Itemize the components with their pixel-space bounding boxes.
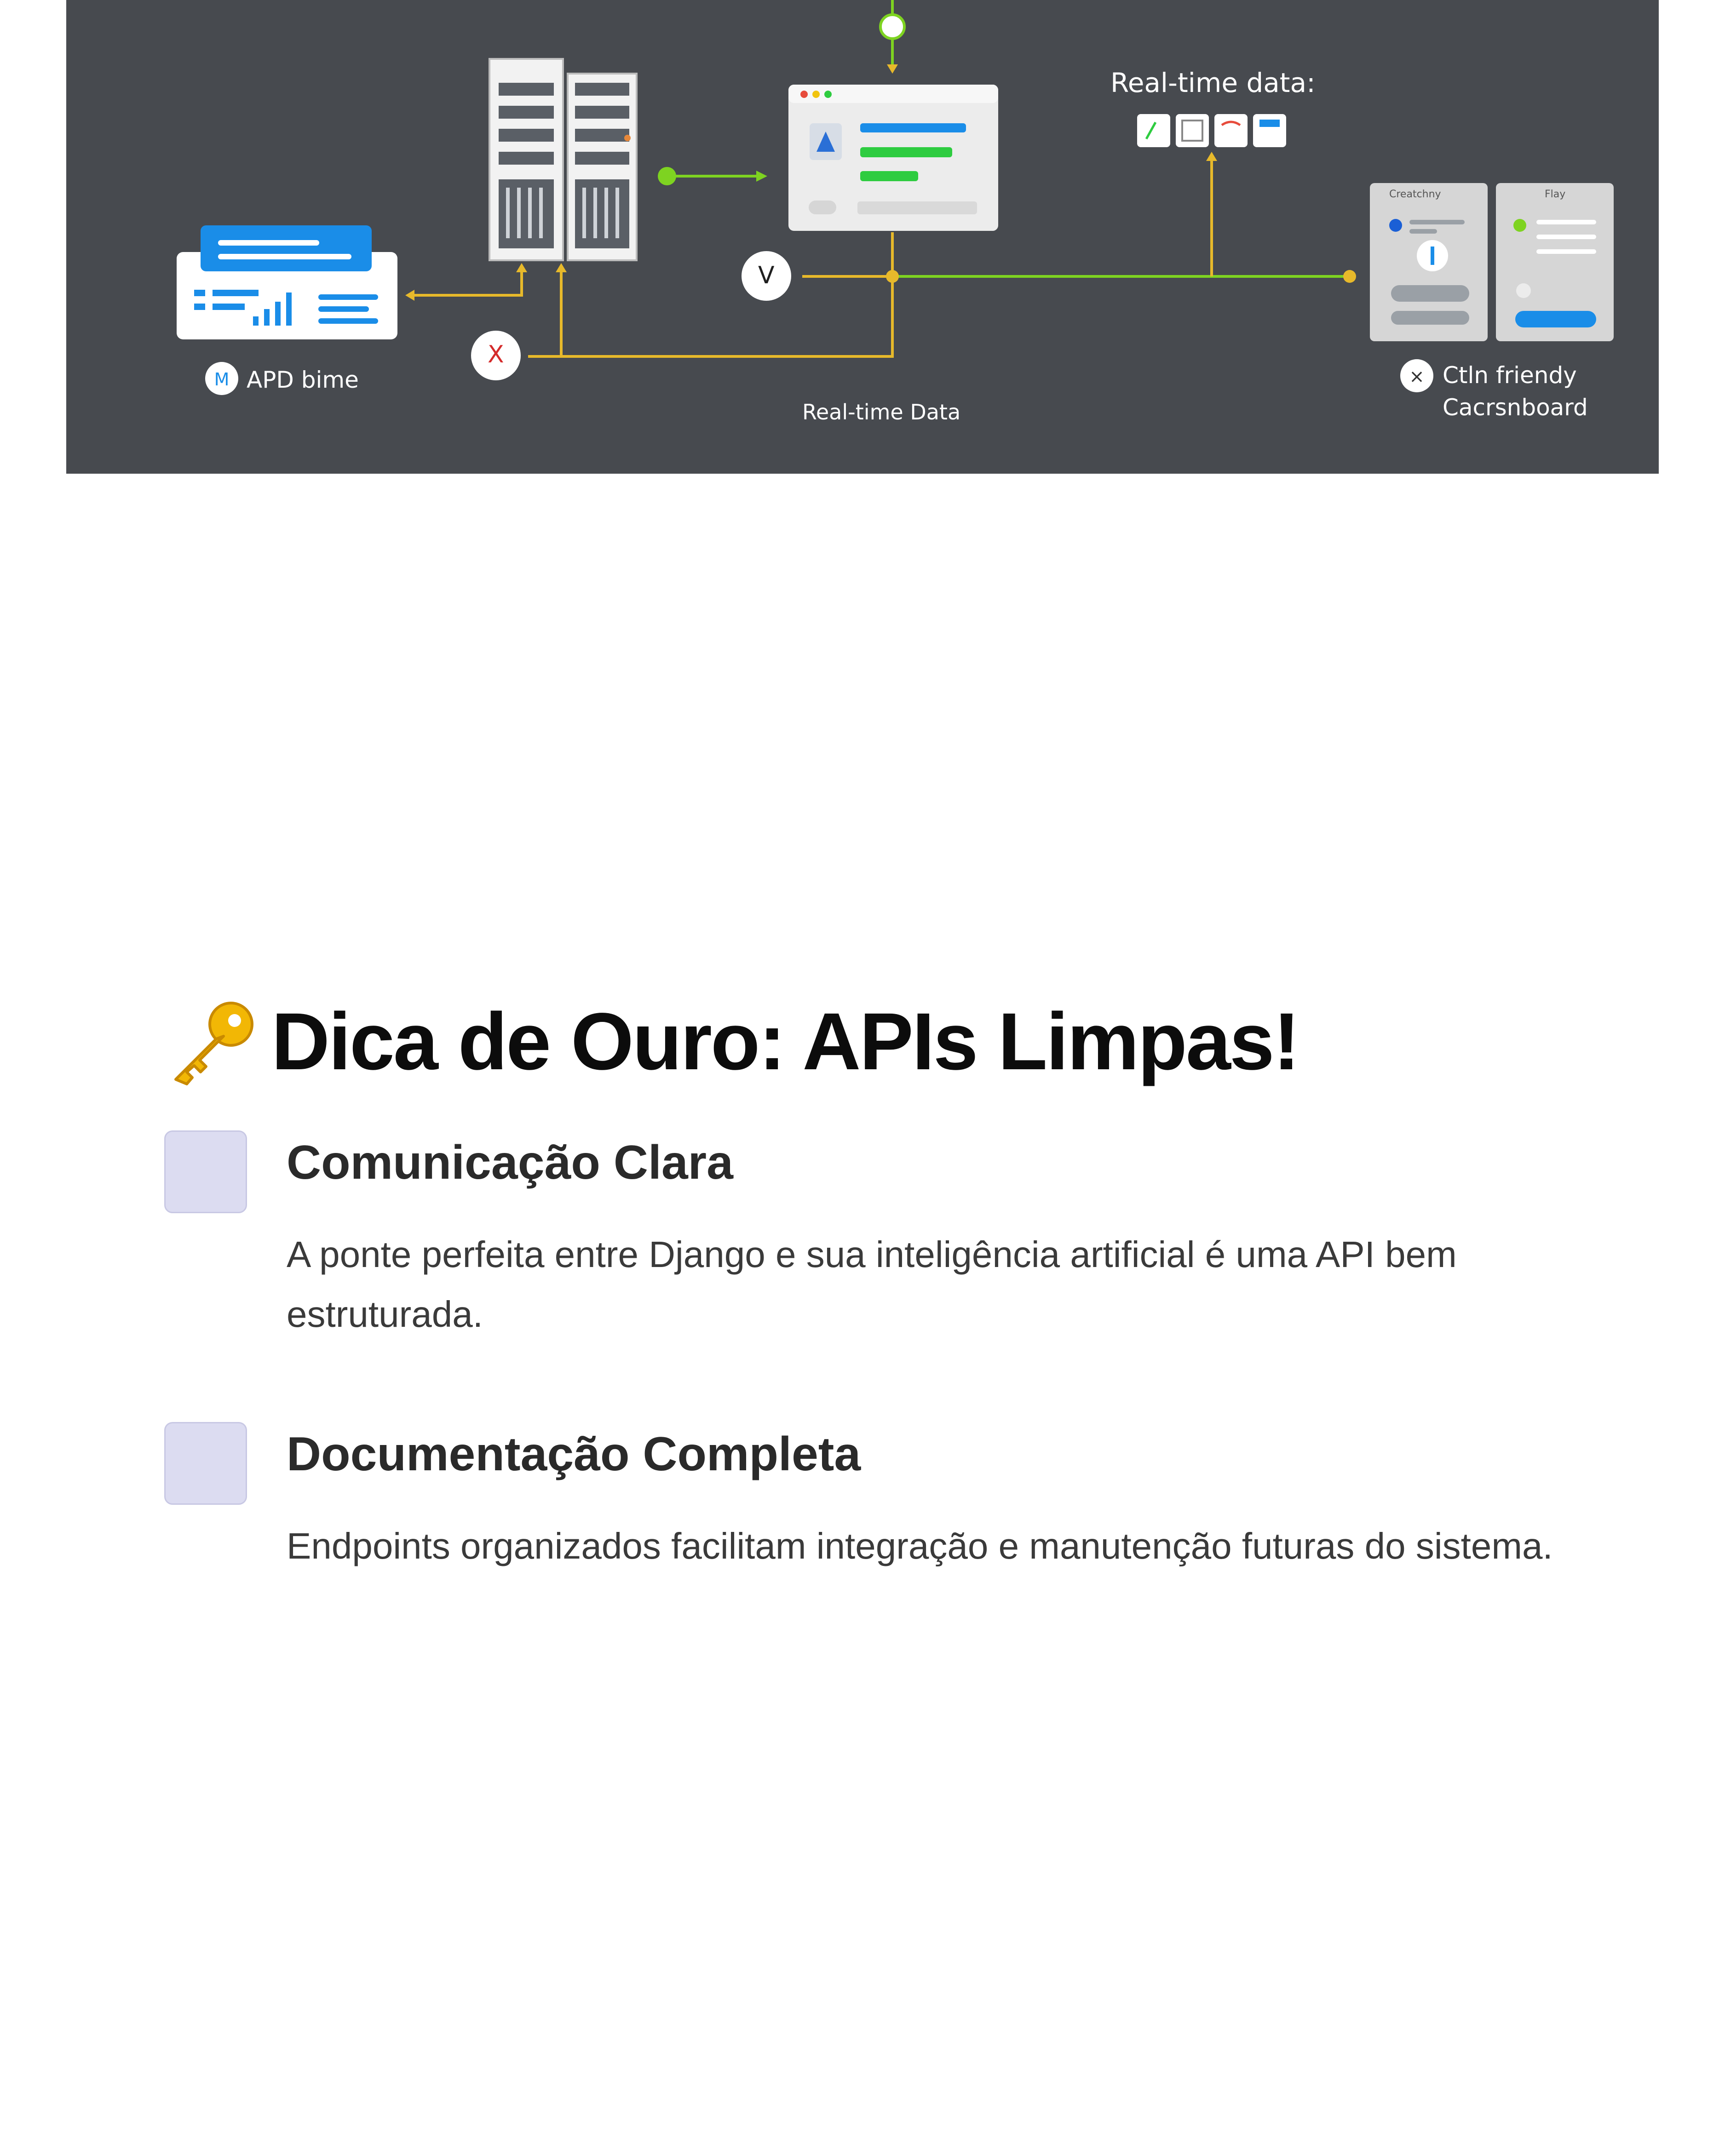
server-rack-icon	[489, 58, 638, 261]
svg-text:M: M	[214, 369, 230, 390]
analytics-card	[177, 225, 397, 339]
svg-text:×: ×	[1409, 366, 1425, 387]
node-x-label: X	[488, 341, 504, 368]
app-window-icon	[788, 85, 998, 231]
connector-app-down	[802, 232, 894, 278]
key-icon	[174, 1002, 253, 1085]
feature-description: Endpoints organizados facilitam integraç…	[287, 1525, 1553, 1566]
right-caption-line2: Cacrsnboard	[1443, 394, 1588, 421]
left-caption: APD bime	[247, 367, 359, 393]
realtime-top-label: Real-time data:	[1110, 67, 1316, 98]
dashboard-card-left-title: Creatchny	[1389, 189, 1441, 200]
architecture-diagram-image: M × V X Real-time data: Real-time Data A…	[66, 0, 1659, 474]
feature-icon-placeholder	[164, 1130, 247, 1213]
feature-title: Documentação Completa	[287, 1428, 861, 1481]
realtime-icons	[1137, 114, 1286, 147]
dashboard-cards	[1370, 183, 1614, 341]
node-v-label: V	[758, 262, 775, 289]
connector-to-server-right	[528, 269, 563, 358]
dashboard-card-right-title: Flay	[1545, 189, 1566, 200]
right-caption-line1: Ctln friendy	[1443, 362, 1577, 389]
realtime-bottom-label: Real-time Data	[802, 400, 961, 424]
connector-realtime-bottom	[528, 276, 894, 358]
tip-title: Dica de Ouro: APIs Limpas!	[271, 997, 1300, 1087]
tip-heading: Dica de Ouro: APIs Limpas!	[166, 989, 1300, 1095]
connector-to-server-left	[410, 269, 523, 297]
feature-title: Comunicação Clara	[287, 1136, 733, 1189]
feature-icon-placeholder	[164, 1422, 247, 1505]
feature-description: A ponte perfeita entre Django e sua inte…	[287, 1234, 1457, 1335]
